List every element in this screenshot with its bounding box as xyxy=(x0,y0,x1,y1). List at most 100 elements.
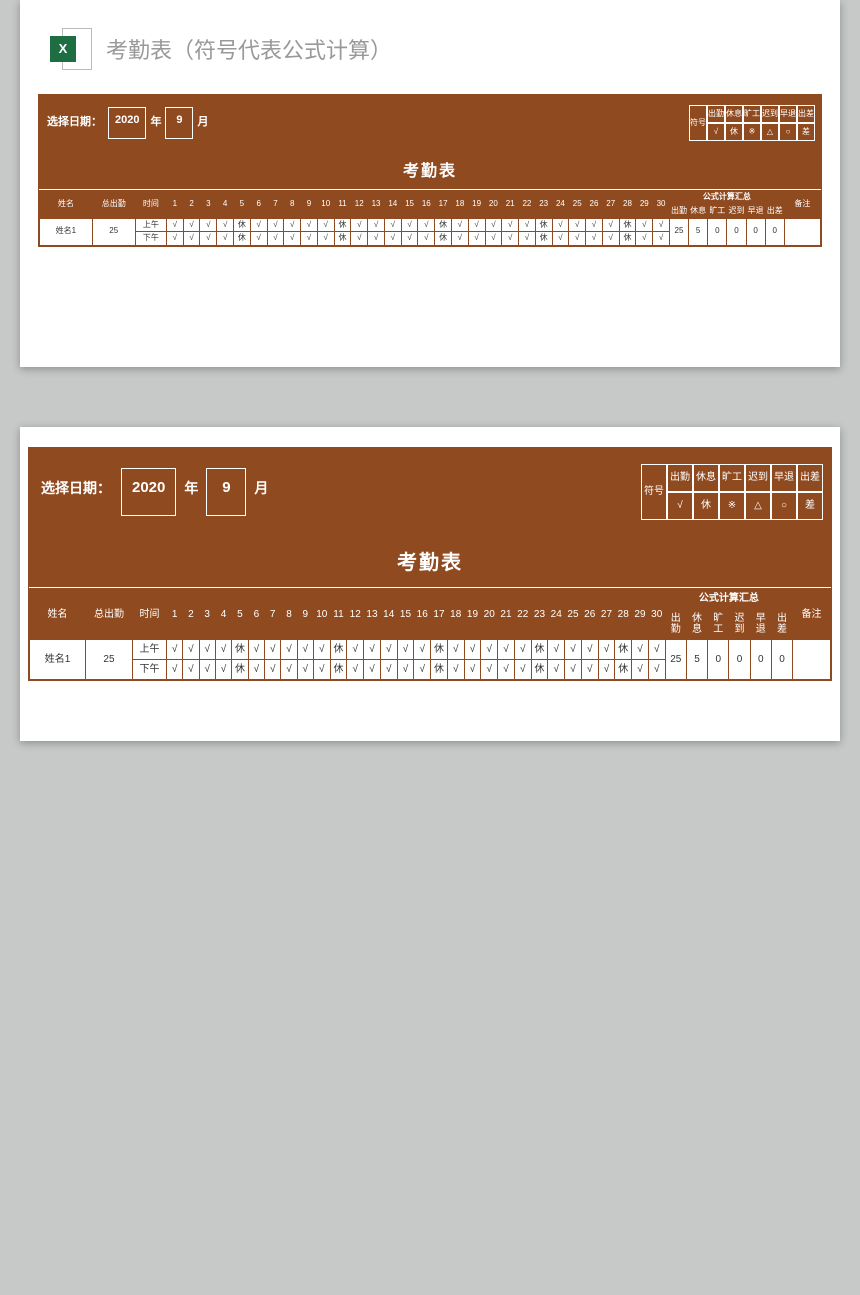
cell-mark[interactable]: 休 xyxy=(531,640,548,660)
cell-mark[interactable]: √ xyxy=(183,660,199,680)
cell-mark[interactable]: 休 xyxy=(334,218,351,232)
cell-mark[interactable]: √ xyxy=(632,660,649,680)
cell-mark[interactable]: √ xyxy=(351,232,368,246)
cell-mark[interactable]: √ xyxy=(581,660,598,680)
cell-mark[interactable]: √ xyxy=(384,218,401,232)
cell-mark[interactable]: √ xyxy=(636,218,653,232)
cell-mark[interactable]: √ xyxy=(301,232,318,246)
cell-mark[interactable]: 休 xyxy=(615,640,632,660)
cell-mark[interactable]: √ xyxy=(581,640,598,660)
cell-mark[interactable]: √ xyxy=(464,660,481,680)
cell-mark[interactable]: √ xyxy=(317,218,334,232)
cell-mark[interactable]: √ xyxy=(565,640,582,660)
cell-mark[interactable]: √ xyxy=(199,640,215,660)
cell-mark[interactable]: √ xyxy=(464,640,481,660)
cell-mark[interactable]: √ xyxy=(653,232,670,246)
cell-mark[interactable]: √ xyxy=(301,218,318,232)
cell-note[interactable] xyxy=(793,640,831,680)
cell-mark[interactable]: 休 xyxy=(431,640,448,660)
cell-mark[interactable]: √ xyxy=(380,660,397,680)
cell-mark[interactable]: √ xyxy=(565,660,582,680)
cell-mark[interactable]: 休 xyxy=(330,640,347,660)
cell-mark[interactable]: 休 xyxy=(619,232,636,246)
cell-mark[interactable]: √ xyxy=(364,660,381,680)
cell-mark[interactable]: √ xyxy=(485,232,502,246)
year-input[interactable]: 2020 xyxy=(121,468,176,516)
cell-mark[interactable]: √ xyxy=(552,218,569,232)
cell-mark[interactable]: √ xyxy=(648,660,665,680)
cell-mark[interactable]: √ xyxy=(167,640,183,660)
cell-mark[interactable]: √ xyxy=(514,660,531,680)
cell-mark[interactable]: √ xyxy=(347,640,364,660)
cell-mark[interactable]: √ xyxy=(397,640,414,660)
cell-mark[interactable]: √ xyxy=(250,232,267,246)
cell-mark[interactable]: √ xyxy=(183,218,200,232)
cell-mark[interactable]: √ xyxy=(481,640,498,660)
cell-mark[interactable]: √ xyxy=(166,218,183,232)
cell-mark[interactable]: √ xyxy=(602,218,619,232)
cell-mark[interactable]: √ xyxy=(265,660,281,680)
cell-mark[interactable]: √ xyxy=(414,640,431,660)
cell-mark[interactable]: √ xyxy=(281,660,297,680)
cell-mark[interactable]: √ xyxy=(267,218,284,232)
cell-mark[interactable]: √ xyxy=(414,660,431,680)
cell-mark[interactable]: √ xyxy=(200,218,217,232)
cell-mark[interactable]: √ xyxy=(451,232,468,246)
cell-mark[interactable]: √ xyxy=(183,232,200,246)
cell-mark[interactable]: √ xyxy=(364,640,381,660)
cell-mark[interactable]: √ xyxy=(598,640,615,660)
cell-mark[interactable]: 休 xyxy=(535,218,552,232)
cell-mark[interactable]: √ xyxy=(401,218,418,232)
cell-mark[interactable]: 休 xyxy=(531,660,548,680)
cell-mark[interactable]: √ xyxy=(281,640,297,660)
cell-mark[interactable]: 休 xyxy=(234,232,251,246)
cell-mark[interactable]: √ xyxy=(519,232,536,246)
cell-mark[interactable]: 休 xyxy=(232,660,249,680)
cell-mark[interactable]: √ xyxy=(284,218,301,232)
cell-mark[interactable]: √ xyxy=(498,660,515,680)
cell-mark[interactable]: √ xyxy=(200,232,217,246)
cell-mark[interactable]: √ xyxy=(602,232,619,246)
cell-mark[interactable]: √ xyxy=(250,218,267,232)
cell-mark[interactable]: √ xyxy=(313,640,330,660)
cell-mark[interactable]: √ xyxy=(502,232,519,246)
cell-mark[interactable]: √ xyxy=(418,232,435,246)
cell-mark[interactable]: √ xyxy=(519,218,536,232)
cell-mark[interactable]: √ xyxy=(347,660,364,680)
cell-mark[interactable]: √ xyxy=(598,660,615,680)
cell-mark[interactable]: √ xyxy=(215,660,231,680)
cell-mark[interactable]: √ xyxy=(248,660,264,680)
cell-mark[interactable]: √ xyxy=(284,232,301,246)
cell-mark[interactable]: √ xyxy=(317,232,334,246)
cell-mark[interactable]: 休 xyxy=(330,660,347,680)
cell-mark[interactable]: √ xyxy=(384,232,401,246)
cell-mark[interactable]: 休 xyxy=(435,218,452,232)
cell-mark[interactable]: √ xyxy=(586,232,603,246)
cell-mark[interactable]: √ xyxy=(167,660,183,680)
cell-mark[interactable]: √ xyxy=(297,640,313,660)
cell-mark[interactable]: √ xyxy=(401,232,418,246)
cell-mark[interactable]: √ xyxy=(569,218,586,232)
cell-mark[interactable]: √ xyxy=(586,218,603,232)
month-input[interactable]: 9 xyxy=(206,468,246,516)
cell-mark[interactable]: √ xyxy=(636,232,653,246)
cell-mark[interactable]: 休 xyxy=(619,218,636,232)
cell-mark[interactable]: √ xyxy=(514,640,531,660)
cell-mark[interactable]: 休 xyxy=(615,660,632,680)
cell-mark[interactable]: √ xyxy=(548,640,565,660)
cell-mark[interactable]: √ xyxy=(632,640,649,660)
cell-mark[interactable]: √ xyxy=(418,218,435,232)
cell-mark[interactable]: √ xyxy=(468,218,485,232)
cell-mark[interactable]: 休 xyxy=(535,232,552,246)
cell-mark[interactable]: √ xyxy=(548,660,565,680)
cell-mark[interactable]: √ xyxy=(380,640,397,660)
cell-mark[interactable]: √ xyxy=(215,640,231,660)
cell-mark[interactable]: √ xyxy=(297,660,313,680)
cell-mark[interactable]: √ xyxy=(267,232,284,246)
cell-mark[interactable]: √ xyxy=(653,218,670,232)
cell-mark[interactable]: 休 xyxy=(234,218,251,232)
cell-mark[interactable]: √ xyxy=(447,640,464,660)
cell-mark[interactable]: 休 xyxy=(232,640,249,660)
cell-mark[interactable]: √ xyxy=(313,660,330,680)
cell-mark[interactable]: √ xyxy=(451,218,468,232)
